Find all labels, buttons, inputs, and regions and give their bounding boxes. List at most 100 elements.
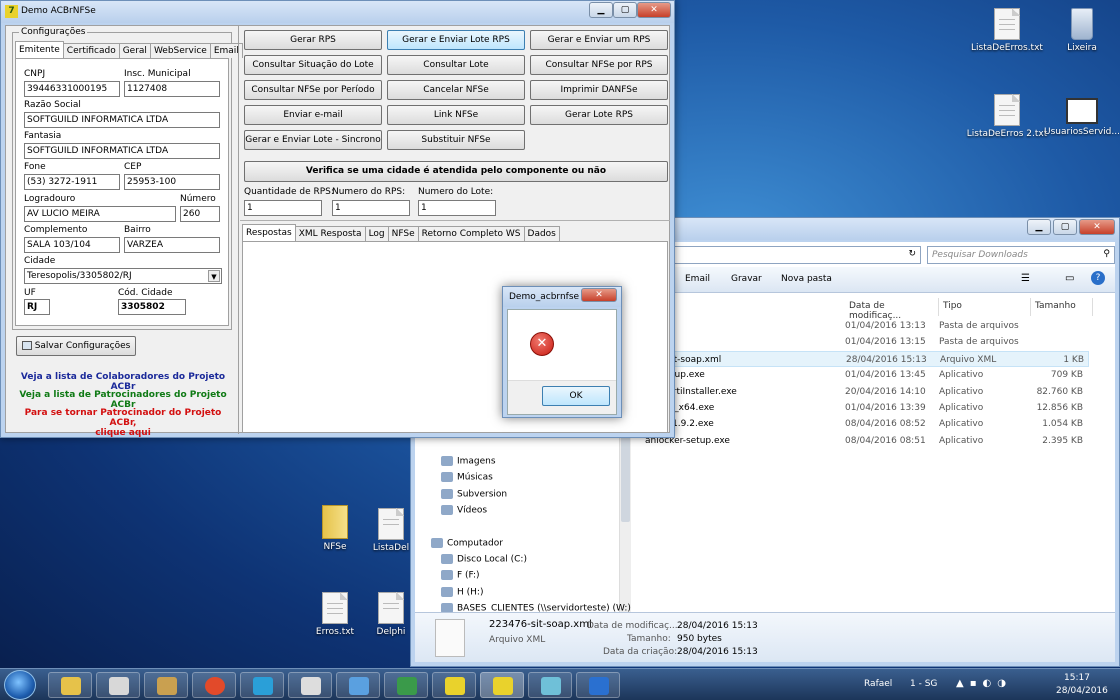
gerar-enviar-lote-rps-button[interactable]: Gerar e Enviar Lote RPS — [387, 30, 525, 50]
tab-log[interactable]: Log — [364, 226, 389, 241]
column-date[interactable]: Data de modificaç... — [845, 298, 939, 321]
taskbar-lang[interactable]: 1 - SG — [910, 679, 937, 689]
new-folder-command[interactable]: Nova pasta — [781, 274, 832, 284]
view-icon[interactable]: ☰ — [1021, 273, 1030, 284]
minimize-button[interactable]: ▁ — [589, 2, 613, 18]
tab-retorno-completo[interactable]: Retorno Completo WS — [417, 226, 525, 241]
taskbar-printer[interactable] — [528, 672, 572, 698]
help-icon[interactable]: ? — [1091, 271, 1105, 285]
tab-webservice[interactable]: WebService — [149, 43, 211, 58]
cep-field[interactable]: 25953-100 — [124, 174, 220, 190]
nav-scrollbar[interactable] — [619, 422, 631, 632]
email-command[interactable]: Email — [685, 274, 710, 284]
search-box[interactable]: Pesquisar Downloads ⚲ — [927, 246, 1115, 264]
nav-item[interactable]: Imagens — [441, 456, 496, 467]
tab-respostas[interactable]: Respostas — [242, 224, 296, 241]
imprimir-danfse-button[interactable]: Imprimir DANFSe — [530, 80, 668, 100]
column-type[interactable]: Tipo — [939, 298, 1031, 316]
taskbar-delphi[interactable] — [432, 672, 476, 698]
gerar-enviar-lote-sincrono-button[interactable]: Gerar e Enviar Lote - Sincrono — [244, 130, 382, 150]
tray-icons[interactable]: ▲▪◐◑ — [956, 678, 1012, 689]
minimize-button[interactable]: ▁ — [1027, 219, 1051, 235]
tab-nfse[interactable]: NFSe — [387, 226, 419, 241]
tab-dados[interactable]: Dados — [523, 226, 560, 241]
numero-field[interactable]: 260 — [180, 206, 220, 222]
nav-item[interactable]: Computador — [431, 538, 503, 549]
link-nfse-button[interactable]: Link NFSe — [387, 105, 525, 125]
close-button[interactable]: ✕ — [1079, 219, 1115, 235]
gerar-lote-rps-button[interactable]: Gerar Lote RPS — [530, 105, 668, 125]
consultar-nfse-por-periodo-button[interactable]: Consultar NFSe por Período — [244, 80, 382, 100]
bairro-field[interactable]: VARZEA — [124, 237, 220, 253]
razao-social-field[interactable]: SOFTGUILD INFORMATICA LTDA — [24, 112, 220, 128]
taskbar-virtualbox[interactable] — [336, 672, 380, 698]
refresh-icon[interactable]: ↻ — [908, 249, 916, 259]
close-button[interactable]: ✕ — [637, 2, 671, 18]
nav-item[interactable]: F (F:) — [441, 570, 480, 581]
file-row[interactable]: opar01/04/2016 13:15Pasta de arquivos — [639, 334, 1089, 350]
dialog-close-button[interactable]: ✕ — [581, 288, 617, 302]
taskbar-ie[interactable] — [576, 672, 620, 698]
nav-item[interactable]: H (H:) — [441, 587, 483, 598]
column-size[interactable]: Tamanho — [1031, 298, 1093, 316]
nav-item[interactable]: Vídeos — [441, 505, 487, 516]
cnpj-field[interactable]: 39446331000195 — [24, 81, 120, 97]
cidade-select[interactable]: Teresopolis/3305802/RJ ▼ — [24, 268, 222, 284]
address-bar[interactable]: ↻ — [635, 246, 921, 264]
dialog-titlebar[interactable]: Demo_acbrnfse ✕ — [503, 287, 621, 307]
cod-cidade-field[interactable]: 3305802 — [118, 299, 186, 315]
maximize-button[interactable]: ▢ — [613, 2, 637, 18]
taskbar-teamviewer[interactable] — [240, 672, 284, 698]
consultar-situacao-lote-button[interactable]: Consultar Situação do Lote — [244, 55, 382, 75]
cancelar-nfse-button[interactable]: Cancelar NFSe — [387, 80, 525, 100]
main-titlebar[interactable]: 7 Demo ACBrNFSe ▁ ▢ ✕ — [1, 1, 674, 23]
taskbar-acbr-demo[interactable] — [480, 672, 524, 698]
file-row[interactable]: anlocker-setup.exe 08/04/2016 08:51 Aplica… — [639, 433, 1089, 449]
consultar-lote-button[interactable]: Consultar Lote — [387, 55, 525, 75]
maximize-button[interactable]: ▢ — [1053, 219, 1077, 235]
nav-item[interactable]: Músicas — [441, 472, 493, 483]
tab-xml-resposta[interactable]: XML Resposta — [294, 226, 366, 241]
qtd-rps-field[interactable]: 1 — [244, 200, 322, 216]
numero-rps-field[interactable]: 1 — [332, 200, 410, 216]
link-patrocinadores[interactable]: Veja a lista de Patrocinadores do Projet… — [12, 390, 234, 410]
file-row[interactable]: eraSetup.exe01/04/2016 13:45Aplicativo70… — [639, 367, 1089, 383]
numero-lote-field[interactable]: 1 — [418, 200, 496, 216]
chevron-down-icon[interactable]: ▼ — [208, 270, 220, 282]
uf-field[interactable]: RJ — [24, 299, 50, 315]
file-row[interactable]: up_CertiInstaller.exe 20/04/2016 14:10 Apl… — [639, 384, 1089, 400]
ok-button[interactable]: OK — [542, 386, 610, 406]
nav-item[interactable]: Disco Local (C:) — [441, 554, 527, 565]
burn-command[interactable]: Gravar — [731, 274, 762, 284]
taskbar-chrome[interactable] — [192, 672, 236, 698]
taskbar-network[interactable] — [384, 672, 428, 698]
gerar-rps-button[interactable]: Gerar RPS — [244, 30, 382, 50]
taskbar-acrobat[interactable] — [288, 672, 332, 698]
consultar-nfse-por-rps-button[interactable]: Consultar NFSe por RPS — [530, 55, 668, 75]
fantasia-field[interactable]: SOFTGUILD INFORMATICA LTDA — [24, 143, 220, 159]
clock-date[interactable]: 28/04/2016 — [1056, 686, 1108, 696]
file-row[interactable]: l01/04/2016 13:13Pasta de arquivos — [639, 318, 1089, 334]
taskbar-folder[interactable] — [144, 672, 188, 698]
file-row[interactable]: 476-sit-soap.xml 28/04/2016 15:13 Arquivo … — [639, 350, 1089, 367]
complemento-field[interactable]: SALA 103/104 — [24, 237, 120, 253]
nav-item[interactable]: Subversion — [441, 489, 507, 500]
save-config-button[interactable]: Salvar Configurações — [16, 336, 136, 356]
desktop-icon-usuarios[interactable]: UsuariosServid... — [1037, 94, 1120, 137]
enviar-email-button[interactable]: Enviar e-mail — [244, 105, 382, 125]
link-colaboradores[interactable]: Veja a lista de Colaboradores do Projeto… — [12, 372, 234, 392]
substituir-nfse-button[interactable]: Substituir NFSe — [387, 130, 525, 150]
clock-time[interactable]: 15:17 — [1064, 673, 1090, 683]
link-tornar-patrocinador[interactable]: Para se tornar Patrocinador do Projeto A… — [12, 408, 234, 438]
file-row[interactable]: erlight_x64.exe 01/04/2016 13:39 Aplicativ… — [639, 400, 1089, 416]
fone-field[interactable]: (53) 3272-1911 — [24, 174, 120, 190]
tab-geral[interactable]: Geral — [118, 43, 151, 58]
logradouro-field[interactable]: AV LUCIO MEIRA — [24, 206, 176, 222]
desktop-icon-lixeira[interactable]: Lixeira — [1037, 8, 1120, 53]
start-button[interactable] — [4, 670, 36, 700]
gerar-enviar-um-rps-button[interactable]: Gerar e Enviar um RPS — [530, 30, 668, 50]
tab-certificado[interactable]: Certificado — [62, 43, 120, 58]
preview-pane-icon[interactable]: ▭ — [1065, 273, 1074, 284]
tab-emitente[interactable]: Emitente — [15, 41, 64, 58]
file-row[interactable]: locker1.9.2.exe 08/04/2016 08:52 Aplicativ… — [639, 416, 1089, 432]
